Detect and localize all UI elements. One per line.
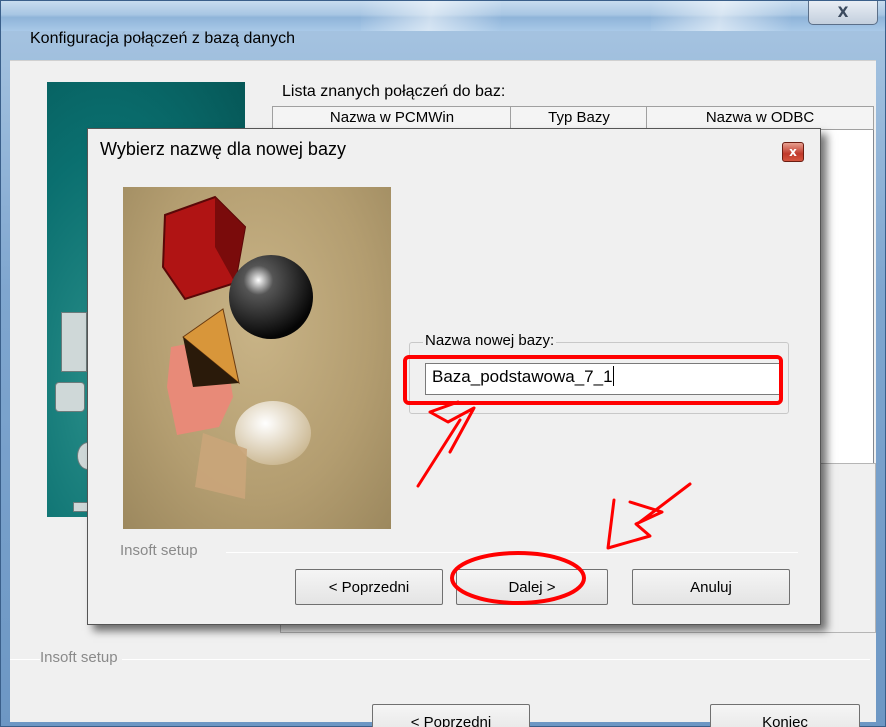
column-header-odbc-name[interactable]: Nazwa w ODBC xyxy=(646,106,874,130)
dialog-titlebar[interactable]: Wybierz nazwę dla nowej bazy x xyxy=(88,129,820,167)
dialog-prev-button[interactable]: < Poprzedni xyxy=(295,569,443,605)
new-database-dialog: Wybierz nazwę dla nowej bazy x Nazwa now… xyxy=(87,128,821,625)
close-icon: x xyxy=(789,145,797,159)
cancel-button[interactable]: Anuluj xyxy=(632,569,790,605)
dialog-client-area: Nazwa nowej bazy: Baza_podstawowa_7_1 In… xyxy=(96,169,812,619)
dialog-close-button[interactable]: x xyxy=(782,142,804,162)
column-header-pcmwin-name[interactable]: Nazwa w PCMWin xyxy=(272,106,512,130)
dialog-group-label: Insoft setup xyxy=(120,542,202,559)
new-name-group: Nazwa nowej bazy: Baza_podstawowa_7_1 xyxy=(409,332,789,414)
dialog-group-divider xyxy=(226,552,798,553)
outer-group-label: Insoft setup xyxy=(40,649,122,666)
outer-prev-button[interactable]: < Poprzedni xyxy=(372,704,530,727)
3d-shapes-illustration xyxy=(123,187,391,529)
finish-button[interactable]: Koniec xyxy=(710,704,860,727)
new-name-label: Nazwa nowej bazy: xyxy=(423,332,557,349)
outer-titlebar[interactable] xyxy=(1,1,885,31)
new-database-name-input[interactable]: Baza_podstawowa_7_1 xyxy=(425,363,781,395)
connections-list-label: Lista znanych połączeń do baz: xyxy=(282,83,506,100)
outer-group-divider xyxy=(10,659,870,660)
text-caret xyxy=(612,366,614,386)
column-header-db-type[interactable]: Typ Bazy xyxy=(510,106,648,130)
next-button[interactable]: Dalej > xyxy=(456,569,608,605)
dialog-title: Wybierz nazwę dla nowej bazy xyxy=(100,139,346,159)
new-database-name-value: Baza_podstawowa_7_1 xyxy=(432,367,613,386)
close-icon: X xyxy=(837,4,849,21)
outer-close-button[interactable]: X xyxy=(808,1,878,25)
outer-window-title: Konfiguracja połączeń z bazą danych xyxy=(30,30,296,47)
